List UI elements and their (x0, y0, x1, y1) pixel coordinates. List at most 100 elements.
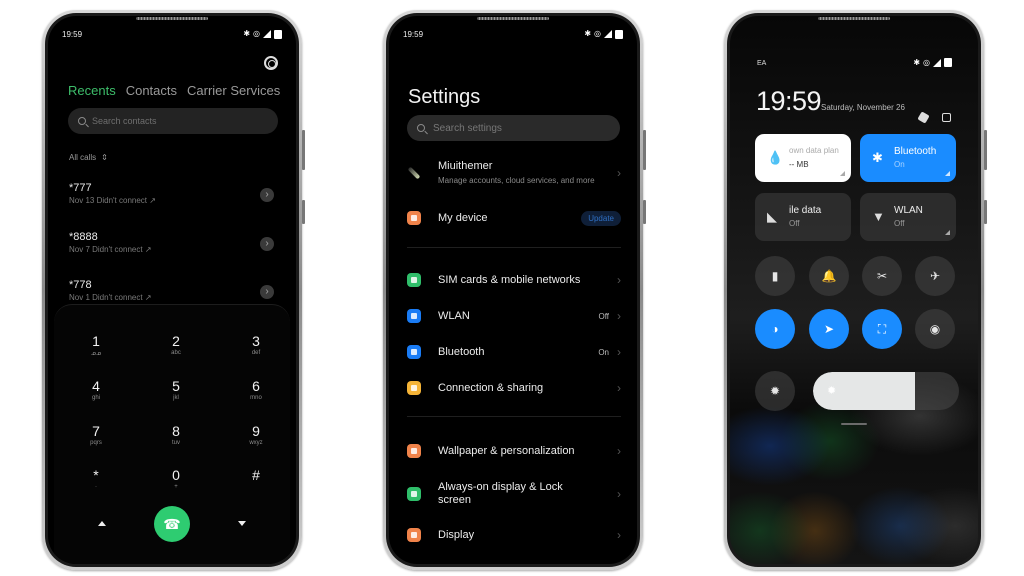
key-2[interactable]: 2 abc (146, 333, 206, 356)
call-button[interactable]: ☎ (154, 506, 190, 542)
tile-subtitle: -- MB (789, 160, 809, 169)
phone-bezel: 19:59 ✱ ◎ Settings Search settings Miuit… (386, 13, 640, 567)
tile-subtitle: On (894, 160, 905, 169)
earpiece-speaker (477, 17, 549, 20)
tile-data-plan[interactable]: 💧 own data plan -- MB (755, 134, 851, 182)
signal-icon (604, 30, 612, 38)
brightness-slider[interactable]: ✹ (813, 372, 959, 410)
tile-wlan[interactable]: ▼ WLAN Off (860, 193, 956, 241)
search-placeholder: Search contacts (92, 116, 157, 126)
divider (407, 247, 621, 248)
display-icon (407, 528, 421, 542)
call-number: *777 (69, 182, 92, 194)
toggle-screenshot[interactable]: ✂ (862, 256, 902, 296)
control-center-screen: EA ✱ ◎ 19:59 Saturday, November 26 💧 own… (730, 16, 978, 564)
key-8[interactable]: 8 tuv (146, 423, 206, 446)
search-contacts-input[interactable]: Search contacts (68, 108, 278, 134)
power-button (302, 200, 305, 224)
toggle-screen-record[interactable]: ◉ (915, 309, 955, 349)
bluetooth-icon: ✱ (913, 57, 921, 67)
settings-item-connection-sharing[interactable]: Connection & sharing › (407, 373, 623, 403)
tile-bluetooth[interactable]: ✱ Bluetooth On (860, 134, 956, 182)
settings-item-label: WLAN (438, 309, 470, 322)
key-star[interactable]: * · (66, 467, 126, 490)
toggle-dark-mode[interactable]: ◑ (755, 309, 795, 349)
search-icon (78, 117, 86, 125)
toggle-airplane[interactable]: ✈ (915, 256, 955, 296)
settings-item-sim-cards[interactable]: SIM cards & mobile networks › (407, 265, 623, 295)
tab-contacts[interactable]: Contacts (126, 83, 177, 98)
status-icons: ✱ ◎ (243, 29, 282, 39)
call-log-item[interactable]: *777 Nov 13 Didn't connect ↗ › (69, 182, 278, 214)
call-number: *8888 (69, 231, 98, 243)
toggle-location[interactable]: ➤ (809, 309, 849, 349)
call-log-item[interactable]: *8888 Nov 7 Didn't connect ↗ › (69, 231, 278, 263)
tile-name: own data plan (789, 146, 839, 155)
settings-item-bluetooth[interactable]: Bluetooth On › (407, 337, 623, 367)
tile-mobile-data[interactable]: ◣ ile data Off (755, 193, 851, 241)
collapse-dialpad-down-icon[interactable] (238, 521, 246, 526)
battery-icon (274, 29, 282, 39)
settings-item-display[interactable]: Display › (407, 520, 623, 550)
status-time: 19:59 (62, 29, 83, 39)
call-details-chevron-icon[interactable]: › (260, 188, 274, 202)
key-6[interactable]: 6 mno (226, 378, 286, 401)
key-0[interactable]: 0 + (146, 467, 206, 490)
status-time: 19:59 (403, 29, 424, 39)
settings-item-account[interactable]: Miuithemer Manage accounts, cloud service… (407, 158, 623, 188)
call-filter-label: All calls (69, 153, 97, 162)
key-4[interactable]: 4 ghi (66, 378, 126, 401)
bluetooth-icon: ✱ (584, 29, 592, 38)
key-1[interactable]: 1 ᓄᓄ (66, 333, 126, 357)
expand-corner-icon (945, 171, 950, 176)
collapse-dialpad-up-icon[interactable] (98, 521, 106, 526)
settings-item-wallpaper[interactable]: Wallpaper & personalization › (407, 436, 623, 466)
scissors-icon: ✂ (876, 269, 888, 283)
chevron-right-icon: › (617, 381, 621, 395)
drag-handle[interactable] (841, 423, 867, 425)
call-filter-dropdown[interactable]: All calls ⇕ (69, 153, 108, 162)
edit-tiles-icon[interactable] (942, 113, 951, 122)
key-9[interactable]: 9 wxyz (226, 423, 286, 446)
key-hash[interactable]: # (226, 467, 286, 484)
status-bar: 19:59 ✱ ◎ (403, 28, 623, 40)
key-5[interactable]: 5 jkl (146, 378, 206, 401)
call-detail: Nov 1 Didn't connect ↗ (69, 293, 152, 302)
clock-date: Saturday, November 26 (821, 103, 905, 112)
clock-time: 19:59 (756, 86, 822, 116)
phone-bezel: EA ✱ ◎ 19:59 Saturday, November 26 💧 own… (727, 13, 981, 567)
status-icons: ✱ ◎ (584, 29, 623, 39)
settings-item-always-on-display[interactable]: Always-on display & Lock screen › (407, 477, 623, 511)
wifi-icon: ▼ (872, 209, 885, 224)
tile-subtitle: Off (894, 219, 905, 228)
settings-gear-icon[interactable] (264, 56, 278, 70)
toggle-flashlight[interactable]: ▮ (755, 256, 795, 296)
flashlight-icon: ▮ (771, 269, 779, 283)
hotspot-icon: ◎ (923, 57, 930, 67)
call-details-chevron-icon[interactable]: › (260, 285, 274, 299)
call-detail: Nov 13 Didn't connect ↗ (69, 196, 156, 205)
search-icon (417, 124, 425, 132)
power-button (984, 200, 987, 224)
tab-recents[interactable]: Recents (68, 83, 116, 98)
auto-brightness-button[interactable]: ✹ (755, 371, 795, 411)
update-badge[interactable]: Update (581, 210, 621, 226)
key-7[interactable]: 7 pqrs (66, 423, 126, 446)
settings-item-label: Always-on display & Lock screen (438, 481, 563, 506)
key-3[interactable]: 3 def (226, 333, 286, 356)
tile-name: Bluetooth (894, 146, 937, 157)
toggle-auto-rotate[interactable]: ⛶ (862, 309, 902, 349)
toggle-silent[interactable]: 🔔 (809, 256, 849, 296)
tab-carrier-services[interactable]: Carrier Services (187, 83, 280, 98)
signal-icon (933, 58, 941, 67)
edit-cube-icon[interactable] (917, 111, 930, 124)
tile-name: WLAN (894, 205, 923, 216)
rotate-icon: ⛶ (877, 321, 887, 336)
status-bar: 19:59 ✱ ◎ (62, 28, 282, 40)
search-placeholder: Search settings (433, 122, 502, 134)
settings-item-my-device[interactable]: My device Update (407, 203, 623, 233)
call-details-chevron-icon[interactable]: › (260, 237, 274, 251)
search-settings-input[interactable]: Search settings (407, 115, 620, 141)
settings-item-label: My device (438, 211, 488, 224)
settings-item-wlan[interactable]: WLAN Off › (407, 301, 623, 331)
